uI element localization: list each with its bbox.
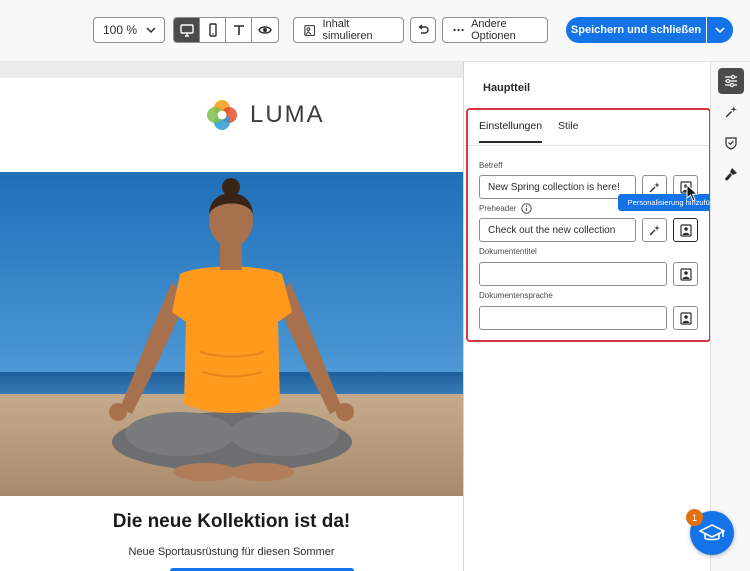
mobile-icon — [208, 23, 217, 37]
settings-highlight-box: Einstellungen Stile Betreff New Spring c… — [466, 108, 732, 342]
more-options-label: Andere Optionen — [471, 18, 516, 42]
save-label: Speichern und schließen — [570, 24, 702, 36]
panel-tabs: Einstellungen Stile — [479, 120, 578, 143]
subject-label: Betreff — [479, 161, 502, 170]
more-options-button[interactable]: Andere Optionen — [442, 17, 548, 43]
undo-icon — [418, 24, 429, 34]
sparkle-icon — [725, 106, 737, 118]
more-icon — [453, 28, 464, 32]
hero-photo — [0, 172, 463, 496]
preview-mode-group — [173, 17, 279, 43]
panel-title: Hauptteil — [483, 82, 531, 94]
document-title-label-text: Dokumententitel — [479, 247, 537, 256]
document-language-label: Dokumentensprache — [479, 291, 553, 300]
properties-panel: Hauptteil Einstellungen Stile Betreff Ne… — [464, 62, 732, 571]
brush-icon — [725, 168, 737, 181]
preheader-input-value: Check out the new collection — [488, 224, 616, 236]
preview-button[interactable] — [252, 18, 278, 42]
preheader-input[interactable]: Check out the new collection — [479, 218, 636, 242]
subject-input[interactable]: New Spring collection is here! — [479, 175, 636, 199]
preheader-personalize-button[interactable] — [673, 218, 698, 242]
notification-badge: 1 — [686, 509, 703, 526]
document-language-personalize-button[interactable] — [673, 306, 698, 330]
shield-check-icon — [725, 137, 737, 150]
zoom-select[interactable]: 100 % — [93, 17, 165, 43]
rail-accessibility-button[interactable] — [718, 130, 744, 156]
logo-text: LUMA — [250, 101, 325, 128]
rail-ai-button[interactable] — [718, 99, 744, 125]
document-title-personalize-button[interactable] — [673, 262, 698, 286]
personalization-icon — [679, 311, 692, 325]
personalization-icon — [679, 223, 692, 237]
sparkle-icon — [649, 181, 660, 192]
right-rail — [710, 62, 750, 571]
tab-styles[interactable]: Stile — [558, 120, 578, 143]
chevron-down-icon — [146, 27, 156, 34]
subject-input-value: New Spring collection is here! — [488, 181, 620, 193]
mouse-pointer-icon — [686, 184, 698, 202]
simulate-content-button[interactable]: Inhalt simulieren — [293, 17, 404, 43]
subject-label-text: Betreff — [479, 161, 503, 170]
simulate-label: Inhalt simulieren — [322, 18, 373, 42]
top-toolbar: 100 % Inhalt simulieren Andere Optionen … — [0, 0, 750, 62]
desktop-view-button[interactable] — [174, 18, 200, 42]
rail-settings-button[interactable] — [718, 68, 744, 94]
rail-styles-button[interactable] — [718, 161, 744, 187]
personalization-icon — [679, 267, 692, 281]
save-options-button[interactable] — [707, 17, 733, 43]
preheader-label: Preheader — [479, 203, 533, 214]
tab-settings[interactable]: Einstellungen — [479, 120, 543, 143]
document-language-label-text: Dokumentensprache — [479, 291, 553, 300]
preheader-label-text: Preheader — [479, 204, 517, 213]
document-language-input[interactable] — [479, 306, 667, 330]
luma-logo: LUMA — [204, 97, 325, 133]
email-subline: Neue Sportausrüstung für diesen Sommer — [128, 546, 335, 558]
sparkle-icon — [649, 224, 660, 235]
document-title-label: Dokumententitel — [479, 247, 537, 256]
save-and-close-button[interactable]: Speichern und schließen — [566, 17, 706, 43]
document-title-input[interactable] — [479, 262, 667, 286]
email-headline: Die neue Kollektion ist da! — [112, 511, 351, 532]
text-view-button[interactable] — [226, 18, 252, 42]
canvas-margin — [0, 62, 463, 78]
simulate-icon — [304, 24, 316, 36]
info-icon[interactable] — [521, 203, 533, 214]
text-icon — [233, 25, 244, 35]
sliders-icon — [725, 74, 737, 88]
luma-logo-icon — [207, 100, 237, 130]
email-canvas[interactable]: LUMA Die neue Kollektion ist da! Neue Sp… — [0, 62, 463, 571]
hero-image — [0, 172, 463, 496]
tabs-divider — [468, 145, 709, 146]
eye-icon — [258, 26, 272, 34]
zoom-value: 100 % — [103, 23, 138, 37]
desktop-icon — [179, 24, 194, 37]
preheader-ai-button[interactable] — [642, 218, 667, 242]
graduation-cap-icon — [699, 524, 725, 541]
mobile-view-button[interactable] — [200, 18, 226, 42]
undo-button[interactable] — [410, 17, 436, 43]
chevron-down-icon — [715, 27, 725, 34]
